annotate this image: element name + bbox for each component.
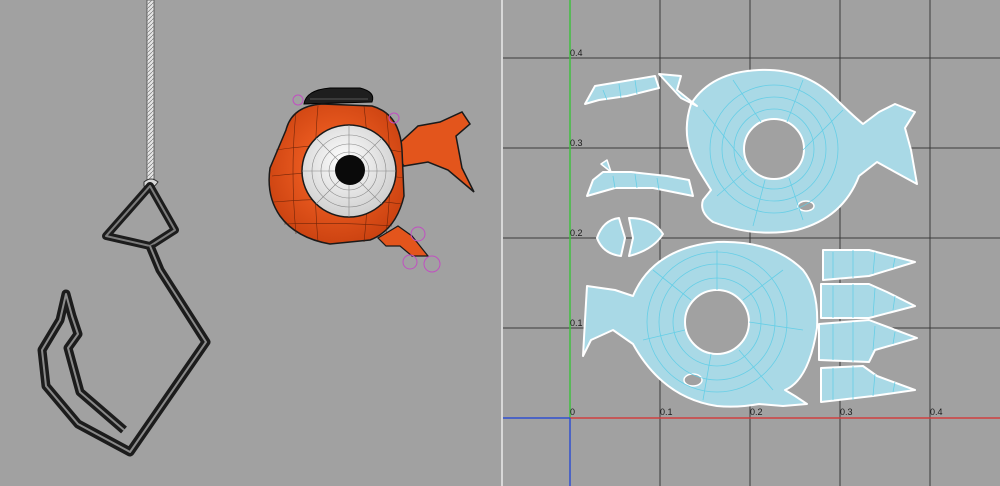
uv-shell-fin-1[interactable]	[584, 75, 660, 105]
uv-shell-lid-left[interactable]	[596, 217, 626, 257]
uv-shell-body-top[interactable]	[685, 68, 918, 234]
uv-shell-lid-right[interactable]	[628, 217, 664, 257]
uv-editor-canvas: 0 0.1 0.2 0.3 0.4 0.1 0.2 0.3 0.4	[503, 0, 1000, 486]
fishing-hook[interactable]	[37, 182, 211, 457]
fish-pupil	[335, 155, 365, 185]
v-tick-0-3: 0.3	[570, 138, 583, 148]
uv-shell-fin-2[interactable]	[658, 73, 698, 107]
uv-shell-strip-2[interactable]	[820, 283, 916, 319]
cartoon-fish[interactable]	[268, 87, 475, 273]
uv-shell-fin-3[interactable]	[586, 171, 694, 197]
u-tick-0-2: 0.2	[750, 407, 763, 417]
u-tick-0-1: 0.1	[660, 407, 673, 417]
u-tick-labels: 0 0.1 0.2 0.3 0.4	[570, 407, 943, 417]
fishing-line[interactable]	[143, 0, 159, 189]
v-tick-labels: 0.1 0.2 0.3 0.4	[570, 48, 583, 328]
uv-shell-strip-1[interactable]	[822, 249, 916, 281]
u-tick-0-4: 0.4	[930, 407, 943, 417]
u-tick-0: 0	[570, 407, 575, 417]
v-tick-0-2: 0.2	[570, 228, 583, 238]
v-tick-0-4: 0.4	[570, 48, 583, 58]
uv-editor-viewport[interactable]: 0 0.1 0.2 0.3 0.4 0.1 0.2 0.3 0.4	[503, 0, 1000, 486]
uv-shell-fin-4[interactable]	[600, 159, 612, 173]
uv-shell-strip-4[interactable]	[820, 365, 916, 403]
v-tick-0-1: 0.1	[570, 318, 583, 328]
u-tick-0-3: 0.3	[840, 407, 853, 417]
perspective-scene	[37, 0, 475, 457]
maya-style-workspace: 0 0.1 0.2 0.3 0.4 0.1 0.2 0.3 0.4	[0, 0, 1000, 486]
perspective-viewport[interactable]	[0, 0, 501, 486]
uv-shell-strip-3[interactable]	[818, 319, 918, 363]
